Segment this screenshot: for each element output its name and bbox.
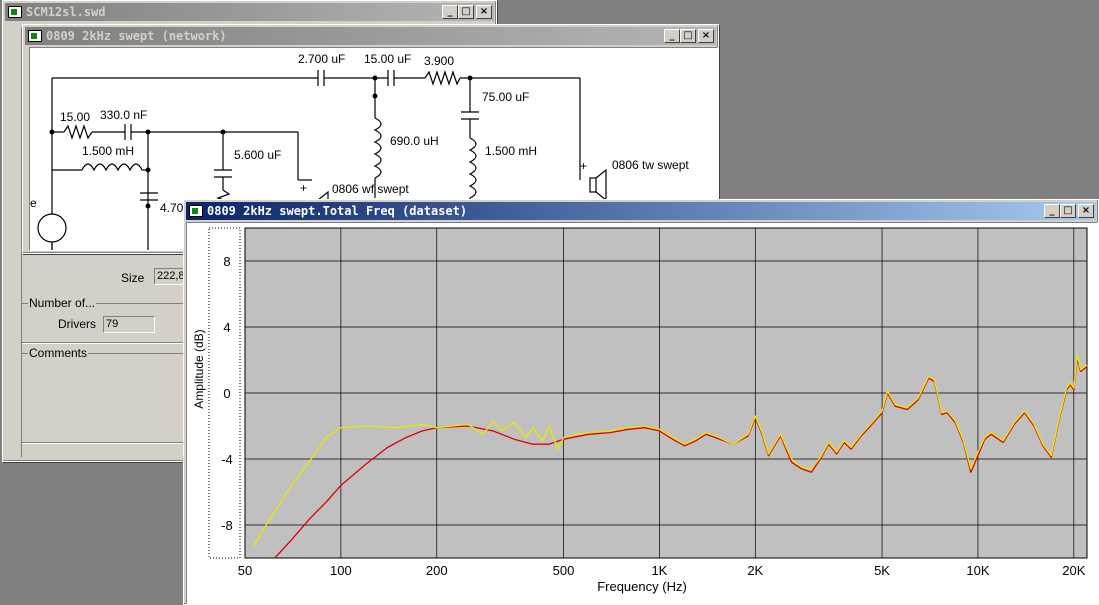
project-left-panel-edge (7, 27, 22, 457)
network-window-titlebar[interactable]: 0809 2kHz swept (network) _ □ × (25, 27, 716, 45)
y-tick-label: -8 (221, 518, 233, 533)
x-tick-label: 50 (238, 563, 252, 578)
source-label: e (30, 196, 37, 210)
wf-plus-label: + (300, 181, 308, 195)
c2-label[interactable]: 5.600 uF (234, 148, 281, 162)
x-tick-label: 20K (1062, 563, 1085, 578)
drivers-field[interactable]: 79 (103, 316, 155, 333)
r1-label[interactable]: 15.00 (60, 110, 90, 124)
freq-window[interactable]: 0809 2kHz swept.Total Freq (dataset) _ □… (183, 199, 1099, 605)
l2-label[interactable]: 690.0 uH (390, 134, 439, 148)
c4-label[interactable]: 2.700 uF (298, 52, 345, 66)
drivers-label: Drivers (58, 317, 96, 331)
minimize-button[interactable]: _ (1044, 204, 1060, 218)
y-tick-label: -4 (221, 452, 233, 467)
l1-label[interactable]: 1.500 mH (82, 144, 134, 158)
network-window-title: 0809 2kHz swept (network) (46, 29, 227, 43)
c1-label[interactable]: 330.0 nF (100, 108, 147, 122)
c6-label[interactable]: 75.00 uF (482, 90, 529, 104)
x-tick-label: 100 (330, 563, 352, 578)
close-button[interactable]: × (476, 5, 492, 19)
freq-window-titlebar[interactable]: 0809 2kHz swept.Total Freq (dataset) _ □… (186, 202, 1096, 220)
chart-area[interactable]: 50 100 200 500 1K 2K 5K 10K 20K 8 4 0 -4 -8 Frequenc… (186, 222, 1098, 604)
wf-driver-label[interactable]: 0806 wf swept (332, 182, 409, 196)
app-icon[interactable] (8, 6, 22, 18)
x-tick-label: 1K (651, 563, 667, 578)
tw-driver-label[interactable]: 0806 tw swept (612, 158, 689, 172)
maximize-button[interactable]: □ (680, 29, 696, 43)
x-tick-label: 5K (874, 563, 890, 578)
number-of-group-title: Number of... (28, 296, 97, 310)
maximize-button[interactable]: □ (1060, 204, 1076, 218)
x-tick-label: 10K (966, 563, 989, 578)
minimize-button[interactable]: _ (442, 5, 458, 19)
y-tick-label: 4 (223, 320, 230, 335)
comments-group-title: Comments (28, 346, 89, 360)
x-tick-label: 200 (426, 563, 448, 578)
y-axis-label: Amplitude (dB) (192, 329, 206, 408)
maximize-button[interactable]: □ (458, 5, 474, 19)
l3-label[interactable]: 1.500 mH (485, 144, 537, 158)
app-icon[interactable] (28, 30, 42, 42)
minimize-button[interactable]: _ (664, 29, 680, 43)
x-axis-label: Frequency (Hz) (597, 579, 687, 594)
y-tick-label: 8 (223, 254, 230, 269)
project-window-titlebar[interactable]: SCM12sl.swd _ □ × (5, 3, 494, 21)
y-tick-label: 0 (223, 386, 230, 401)
c5-label[interactable]: 15.00 uF (364, 52, 411, 66)
close-button[interactable]: × (1078, 204, 1094, 218)
comments-group: Comments (21, 346, 193, 443)
x-tick-label: 500 (553, 563, 575, 578)
x-tick-label: 2K (747, 563, 763, 578)
project-window-title: SCM12sl.swd (26, 5, 106, 19)
c3-label[interactable]: 4.70 (160, 201, 183, 215)
freq-window-title: 0809 2kHz swept.Total Freq (dataset) (207, 204, 468, 218)
close-button[interactable]: × (698, 29, 714, 43)
tw-plus-label: + (580, 159, 588, 173)
r2-label[interactable]: 3.900 (424, 54, 454, 68)
app-icon[interactable] (189, 205, 203, 217)
size-label: Size (121, 271, 145, 285)
frequency-response-chart[interactable]: 50 100 200 500 1K 2K 5K 10K 20K 8 4 0 -4 -8 Frequenc… (187, 223, 1095, 601)
